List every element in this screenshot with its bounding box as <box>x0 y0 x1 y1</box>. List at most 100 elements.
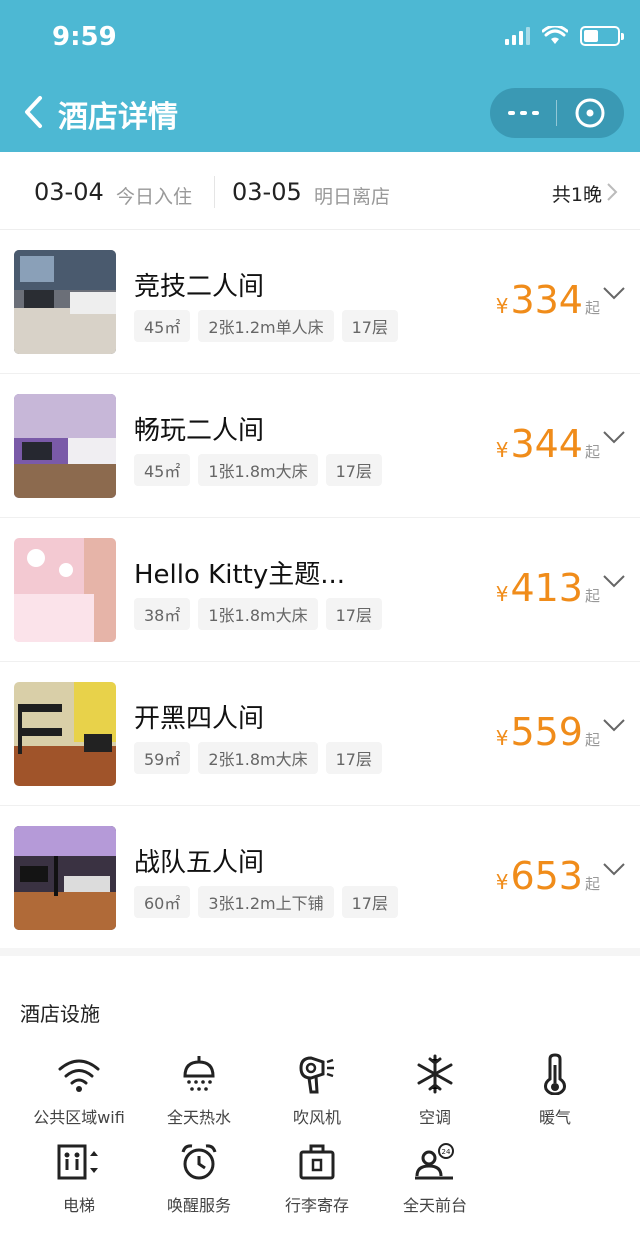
shower-icon <box>183 1056 215 1091</box>
room-area-tag: 59㎡ <box>134 742 191 774</box>
price-value: 344 <box>510 422 583 466</box>
room-name: 战队五人间 <box>134 848 265 878</box>
price-suffix: 起 <box>584 299 600 317</box>
facility-reception: 24 全天前台 <box>376 1140 494 1220</box>
thermometer-icon <box>544 1053 566 1095</box>
status-time: 9:59 <box>52 22 117 52</box>
room-tags: 45㎡ 2张1.2m单人床 17层 <box>134 310 398 342</box>
facility-hairdryer: 吹风机 <box>258 1052 376 1132</box>
snowflake-icon <box>417 1054 453 1094</box>
price-currency: ¥ <box>495 438 509 462</box>
room-tags: 59㎡ 2张1.8m大床 17层 <box>134 742 382 774</box>
check-in-date[interactable]: 03-04 <box>34 178 104 206</box>
room-photo <box>14 682 116 786</box>
price-currency: ¥ <box>495 726 509 750</box>
price-suffix: 起 <box>584 875 600 893</box>
room-item[interactable]: Hello Kitty主题... 38㎡ 1张1.8m大床 17层 ¥ 413 … <box>0 518 640 662</box>
room-floor-tag: 17层 <box>325 454 382 486</box>
price-value: 413 <box>510 566 583 610</box>
price-value: 334 <box>510 278 583 322</box>
facilities-title: 酒店设施 <box>20 1002 100 1026</box>
chevron-down-icon[interactable] <box>602 862 626 876</box>
facility-elevator: 电梯 <box>20 1140 138 1220</box>
facility-label: 空调 <box>418 1108 451 1127</box>
alarm-clock-icon <box>181 1144 217 1180</box>
facility-heating: 暖气 <box>496 1052 614 1132</box>
room-name: 畅玩二人间 <box>134 416 265 446</box>
chevron-right-icon <box>607 183 618 201</box>
price-currency: ¥ <box>495 582 509 606</box>
check-out-date[interactable]: 03-05 <box>232 178 302 206</box>
facility-wake-up: 唤醒服务 <box>140 1140 258 1220</box>
signal-icon <box>505 27 530 45</box>
price-value: 559 <box>510 710 583 754</box>
room-tags: 60㎡ 3张1.2m上下铺 17层 <box>134 886 398 918</box>
room-item[interactable]: 战队五人间 60㎡ 3张1.2m上下铺 17层 ¥ 653 起 <box>0 806 640 950</box>
check-in-label: 今日入住 <box>116 186 193 208</box>
more-button[interactable] <box>490 88 556 138</box>
chevron-down-icon[interactable] <box>602 430 626 444</box>
facility-label: 唤醒服务 <box>166 1196 231 1215</box>
room-price: ¥ 344 起 <box>496 422 600 466</box>
room-item[interactable]: 开黑四人间 59㎡ 2张1.8m大床 17层 ¥ 559 起 <box>0 662 640 806</box>
price-suffix: 起 <box>584 587 600 605</box>
reception-icon: 24 <box>415 1143 454 1180</box>
room-area-tag: 60㎡ <box>134 886 191 918</box>
facility-label: 吹风机 <box>292 1108 341 1127</box>
room-price: ¥ 559 起 <box>496 710 600 754</box>
battery-icon <box>580 26 624 46</box>
room-name: 竞技二人间 <box>134 272 265 302</box>
date-selector[interactable]: 03-04 今日入住 03-05 明日离店 共1晚 <box>0 152 640 230</box>
price-currency: ¥ <box>495 294 509 318</box>
room-area-tag: 45㎡ <box>134 310 191 342</box>
chevron-down-icon[interactable] <box>602 574 626 588</box>
hairdryer-icon <box>299 1056 334 1094</box>
room-name: 开黑四人间 <box>134 704 265 734</box>
facility-wifi: 公共区域wifi <box>20 1052 138 1132</box>
facility-label: 电梯 <box>62 1196 95 1215</box>
status-icons <box>505 26 624 46</box>
room-price: ¥ 413 起 <box>496 566 600 610</box>
room-bed-tag: 1张1.8m大床 <box>198 598 318 630</box>
room-name: Hello Kitty主题... <box>134 560 346 590</box>
room-item[interactable]: 竞技二人间 45㎡ 2张1.2m单人床 17层 ¥ 334 起 <box>0 230 640 374</box>
back-button[interactable] <box>22 92 50 132</box>
room-tags: 45㎡ 1张1.8m大床 17层 <box>134 454 382 486</box>
chevron-down-icon[interactable] <box>602 286 626 300</box>
luggage-icon <box>299 1144 335 1180</box>
room-bed-tag: 2张1.8m大床 <box>198 742 318 774</box>
room-floor-tag: 17层 <box>341 886 398 918</box>
close-button[interactable] <box>557 88 623 138</box>
section-divider <box>0 948 640 956</box>
date-divider <box>214 176 215 208</box>
nights-count[interactable]: 共1晚 <box>552 180 602 207</box>
chevron-down-icon[interactable] <box>602 718 626 732</box>
chevron-left-icon <box>25 96 42 128</box>
facility-luggage: 行李寄存 <box>258 1140 376 1220</box>
room-bed-tag: 3张1.2m上下铺 <box>198 886 334 918</box>
room-photo <box>14 538 116 642</box>
facility-label: 全天热水 <box>166 1108 231 1127</box>
miniprogram-capsule <box>490 88 624 138</box>
room-area-tag: 45㎡ <box>134 454 191 486</box>
check-out-label: 明日离店 <box>314 186 391 208</box>
room-floor-tag: 17层 <box>325 598 382 630</box>
wifi-status-icon <box>542 26 568 44</box>
room-item[interactable]: 畅玩二人间 45㎡ 1张1.8m大床 17层 ¥ 344 起 <box>0 374 640 518</box>
room-photo <box>14 394 116 498</box>
room-price: ¥ 334 起 <box>496 278 600 322</box>
facility-air-conditioning: 空调 <box>376 1052 494 1132</box>
room-photo <box>14 250 116 354</box>
facility-label: 行李寄存 <box>284 1196 349 1215</box>
room-bed-tag: 2张1.2m单人床 <box>198 310 334 342</box>
price-value: 653 <box>510 854 583 898</box>
price-suffix: 起 <box>584 731 600 749</box>
facility-label: 公共区域wifi <box>33 1108 125 1127</box>
price-suffix: 起 <box>584 443 600 461</box>
room-area-tag: 38㎡ <box>134 598 191 630</box>
page-title: 酒店详情 <box>58 100 178 135</box>
facility-label: 全天前台 <box>402 1196 467 1215</box>
wifi-icon <box>58 1059 100 1092</box>
room-photo <box>14 826 116 930</box>
room-floor-tag: 17层 <box>325 742 382 774</box>
